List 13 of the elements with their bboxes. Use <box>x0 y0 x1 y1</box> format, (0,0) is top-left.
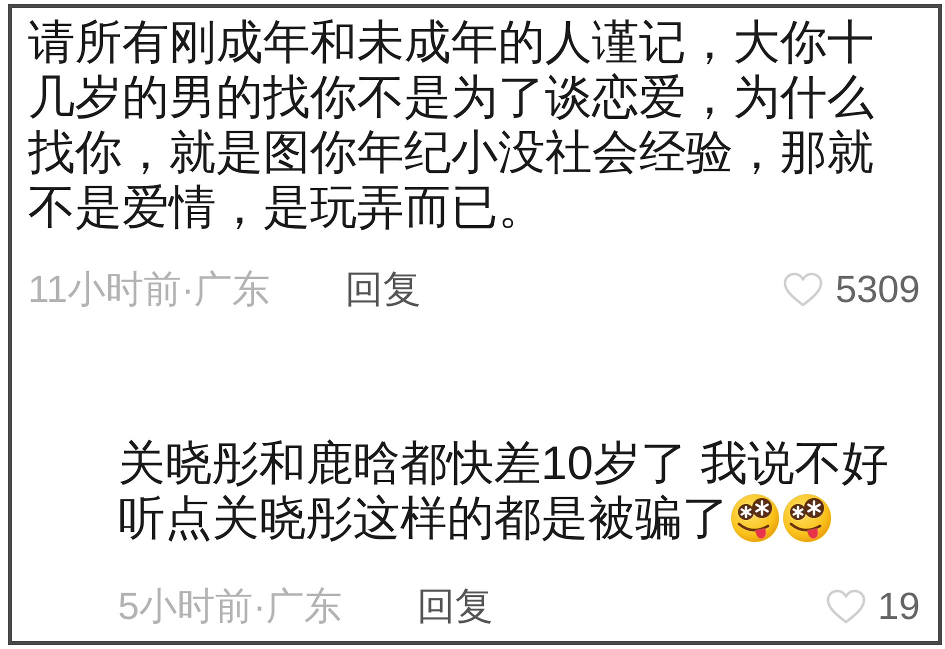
star-eyed-face-emoji-icon <box>782 492 832 542</box>
heart-icon[interactable] <box>826 589 866 625</box>
timestamp-location: 11小时前·广东 <box>28 268 270 313</box>
comment-text: 关晓彤和鹿晗都快差10岁了 我说不好 <box>118 435 888 490</box>
timestamp-location: 5小时前·广东 <box>118 585 342 630</box>
reply-button[interactable]: 回复 <box>416 583 493 631</box>
like-count: 19 <box>878 585 920 630</box>
star-eyed-face-emoji-icon <box>730 492 780 542</box>
comment-text: 请所有刚成年和未成年的人谨记，大你十几岁的男的找你不是为了谈恋爱，为什么找你，就是图你年纪小没社会经验，那就不是爱情，是玩弄而已。 <box>28 14 875 234</box>
comment-text: 听点关晓彤这样的都是被骗了 <box>118 490 729 545</box>
like-count: 5309 <box>835 268 920 313</box>
reply-button[interactable]: 回复 <box>345 266 422 314</box>
heart-icon[interactable] <box>783 272 824 308</box>
